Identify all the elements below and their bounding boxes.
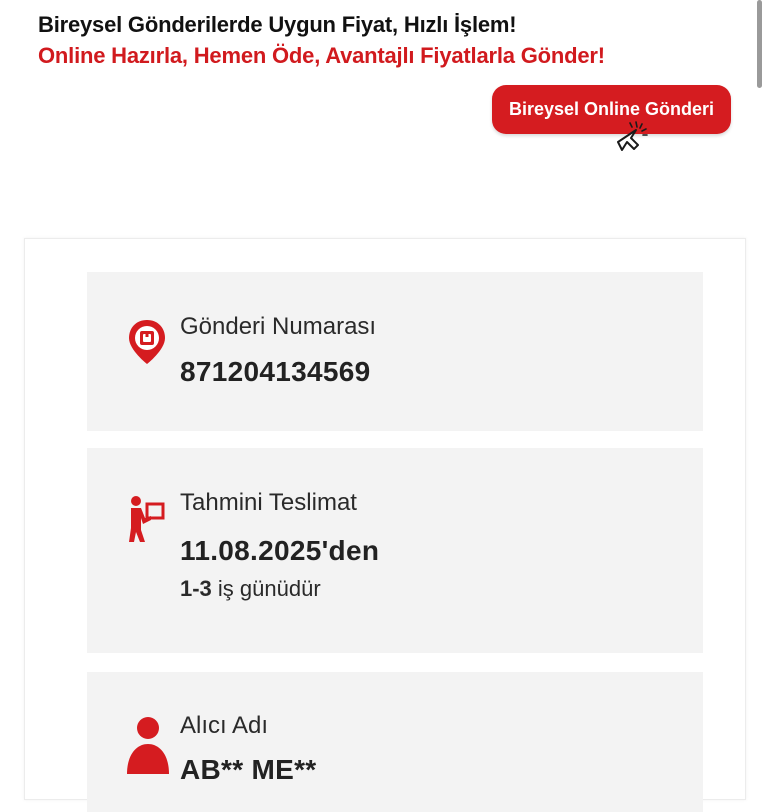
delivery-duration-text: iş günüdür <box>211 576 321 601</box>
shipment-number-block: Gönderi Numarası 871204134569 <box>87 272 703 431</box>
estimated-delivery-label: Tahmini Teslimat <box>180 489 357 516</box>
promo-title: Bireysel Gönderilerde Uygun Fiyat, Hızlı… <box>38 12 517 37</box>
location-pin-icon <box>129 320 165 364</box>
delivery-duration-range: 1-3 <box>180 576 212 601</box>
estimated-delivery-value: 11.08.2025'den <box>180 535 380 566</box>
online-shipment-button-label: Bireysel Online Gönderi <box>508 99 715 119</box>
estimated-delivery-block: Tahmini Teslimat 11.08.2025'den 1-3 iş g… <box>87 448 703 653</box>
person-icon <box>127 717 169 774</box>
recipient-label: Alıcı Adı <box>180 712 269 739</box>
promo-subtitle: Online Hazırla, Hemen Öde, Avantajlı Fiy… <box>38 43 605 68</box>
shipment-number-value: 871204134569 <box>180 356 371 387</box>
courier-icon <box>129 496 165 542</box>
recipient-value: AB** ME** <box>180 754 317 785</box>
cursor-click-icon <box>617 121 648 151</box>
delivery-duration-note: 1-3 iş günüdür <box>180 576 321 602</box>
recipient-block: Alıcı Adı AB** ME** <box>87 672 703 812</box>
shipment-number-label: Gönderi Numarası <box>180 313 377 340</box>
scrollbar[interactable] <box>757 0 762 88</box>
